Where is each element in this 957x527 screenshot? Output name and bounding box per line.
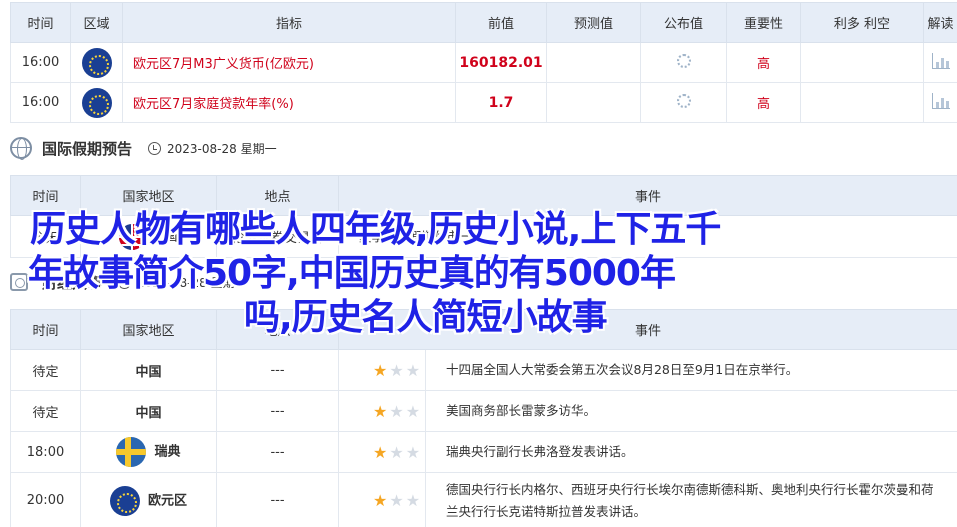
place-name: 伦敦证券交易所 [216,215,339,258]
col-country: 国家地区 [80,175,217,216]
forecast-value [546,42,641,83]
indicators-header-row: 时间 区域 指标 前值 预测值 公布值 重要性 利多 利空 解读 [10,2,957,43]
settings-icon [10,273,28,291]
col-time: 时间 [10,309,81,350]
region-name: 英国 [151,229,178,244]
table-row[interactable]: 20:00 欧元区 --- ★★★ 德国央行行长内格尔、西班牙央行行长埃尔南德斯… [10,472,957,527]
col-time: 时间 [10,2,71,43]
holiday-section-header: 国际假期预告 2023-08-28 星期一 [10,130,277,166]
table-row[interactable]: 16:00 欧元区7月家庭贷款年率(%) 1.7 高 [10,82,957,123]
events-header-row: 时间 国家地区 地点 事件 [10,309,957,350]
chart-icon[interactable] [931,52,950,69]
col-forecast: 预测值 [546,2,641,43]
event-text: 德国央行行长内格尔、西班牙央行行长埃尔南德斯德科斯、奥地利央行行长霍尔茨曼和荷兰… [424,472,957,527]
place-name: --- [216,472,339,527]
section-date: 2023-08-28 星期一 [137,275,247,290]
holidays-header-row: 时间 国家地区 地点 事件 [10,175,957,216]
event-text: 瑞典央行副行长弗洛登发表讲话。 [424,431,957,473]
holidays-table: 时间 国家地区 地点 事件 全天 英国 伦敦证券交易所 夏季银行假期休市一日 [10,175,957,258]
importance-stars: ★★★ [338,390,426,432]
prev-value: 1.7 [455,82,547,123]
events-table: 时间 国家地区 地点 事件 待定 中国 --- ★★★ 十四届全国人大常委会第五… [10,309,957,527]
row-time: 全天 [10,215,81,258]
star-empty-icon: ★ [389,401,406,421]
star-empty-icon: ★ [389,442,406,462]
star-filled-icon: ★ [373,401,390,421]
place-name: --- [216,390,339,432]
loading-icon [676,53,691,68]
place-name: --- [216,431,339,473]
section-title: 财经大事 [42,273,103,292]
clock-icon [148,141,162,155]
region-name: 瑞典 [154,444,181,460]
forecast-value [546,82,641,123]
importance-stars: ★★★ [338,349,426,391]
importance-stars: ★★★ [338,431,426,473]
col-actual: 公布值 [640,2,727,43]
importance-badge: 高 [726,82,801,123]
star-filled-icon: ★ [373,360,390,380]
table-row[interactable]: 待定 中国 --- ★★★ 美国商务部长雷蒙多访华。 [10,390,957,432]
uk-flag-icon [119,223,146,250]
prev-value: 160182.01 [455,42,547,83]
eu-flag-icon [109,485,140,516]
table-row[interactable]: 18:00 瑞典 --- ★★★ 瑞典央行副行长弗洛登发表讲话。 [10,431,957,473]
row-time: 16:00 [10,82,71,123]
loading-icon [676,93,691,108]
globe-icon [10,137,32,160]
region-name: 欧元区 [147,493,187,508]
col-event: 事件 [337,309,957,350]
eu-flag-icon [81,87,112,118]
row-time: 20:00 [10,472,81,527]
impact-value [800,42,924,83]
star-empty-icon: ★ [389,360,406,380]
col-country: 国家地区 [80,309,217,350]
clock-icon [118,275,132,289]
event-text: 美国商务部长雷蒙多访华。 [424,390,957,432]
col-place: 地点 [216,309,339,350]
col-region: 区域 [70,2,123,43]
section-date: 2023-08-28 星期一 [167,141,277,156]
event-text: 十四届全国人大常委会第五次会议8月28日至9月1日在京举行。 [424,349,957,391]
row-time: 待定 [10,390,81,432]
col-impact: 利多 利空 [800,2,924,43]
row-time: 16:00 [10,42,71,83]
star-empty-icon: ★ [389,491,406,510]
col-prev: 前值 [455,2,547,43]
importance-badge: 高 [726,42,801,83]
events-section-header: 财经大事 2023-08-28 星期一 [10,264,247,300]
region-name: 中国 [80,390,217,432]
star-filled-icon: ★ [373,442,390,462]
table-row[interactable]: 全天 英国 伦敦证券交易所 夏季银行假期休市一日 [10,215,957,258]
col-importance: 重要性 [726,2,801,43]
star-filled-icon: ★ [373,491,390,510]
table-row[interactable]: 待定 中国 --- ★★★ 十四届全国人大常委会第五次会议8月28日至9月1日在… [10,349,957,391]
star-empty-icon: ★ [405,442,423,462]
impact-value [800,82,924,123]
region-name: 中国 [80,349,217,391]
indicators-table: 时间 区域 指标 前值 预测值 公布值 重要性 利多 利空 解读 16:00 欧… [10,2,957,123]
table-row[interactable]: 16:00 欧元区7月M3广义货币(亿欧元) 160182.01 高 [10,42,957,83]
star-empty-icon: ★ [405,360,423,380]
chart-icon[interactable] [931,92,950,109]
indicator-name[interactable]: 欧元区7月M3广义货币(亿欧元) [122,42,456,83]
col-time: 时间 [10,175,81,216]
col-analysis: 解读 [923,2,957,43]
event-text: 夏季银行假期休市一日 [338,215,957,258]
row-time: 18:00 [10,431,81,473]
place-name: --- [216,349,339,391]
sweden-flag-icon [116,437,147,467]
star-empty-icon: ★ [405,491,423,510]
importance-stars: ★★★ [338,472,426,527]
col-place: 地点 [216,175,339,216]
col-indicator: 指标 [122,2,456,43]
col-event: 事件 [338,175,957,216]
eu-flag-icon [81,47,112,78]
star-empty-icon: ★ [405,401,423,421]
section-title: 国际假期预告 [42,139,133,158]
indicator-name[interactable]: 欧元区7月家庭贷款年率(%) [122,82,456,123]
row-time: 待定 [10,349,81,391]
